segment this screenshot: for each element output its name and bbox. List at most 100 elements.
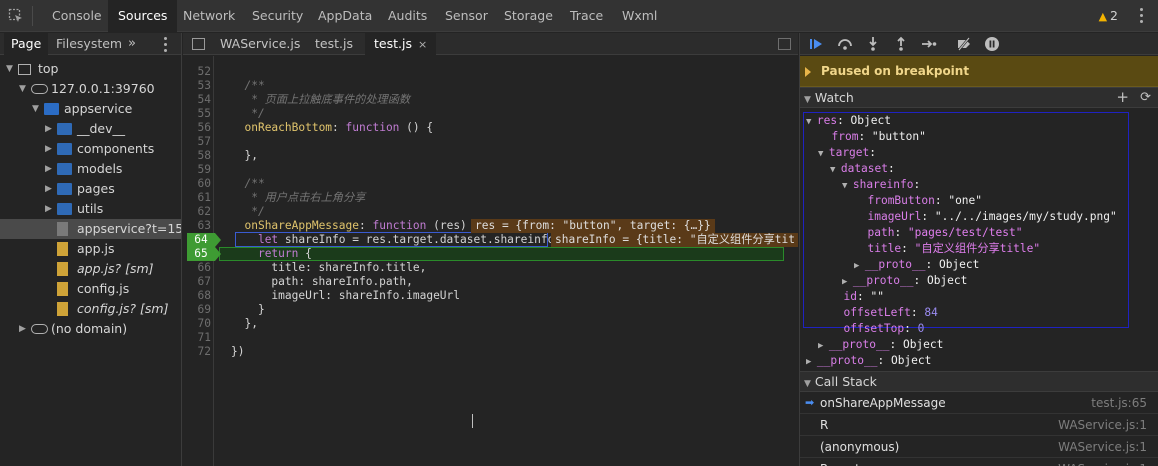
line-number[interactable]: 66 (183, 261, 211, 275)
line-number[interactable]: 69 (183, 303, 211, 317)
tab-security[interactable]: Security (242, 0, 313, 32)
step-into-icon[interactable] (865, 36, 881, 52)
expanded-arrow-icon[interactable]: ▼ (19, 79, 26, 99)
line-number[interactable]: 52 (183, 65, 211, 79)
code-line[interactable]: 66 title: shareInfo.title, (183, 261, 798, 275)
collapsed-arrow-icon[interactable]: ▶ (45, 139, 52, 159)
tab-storage[interactable]: Storage (494, 0, 563, 32)
watch-property[interactable]: offsetLeft: 84 (830, 305, 937, 321)
pause-on-exceptions-icon[interactable] (984, 36, 1000, 52)
code-line[interactable]: 61 * 用户点击右上角分享 (183, 191, 798, 205)
frame-location[interactable]: WAService.js:1 (1058, 436, 1147, 458)
line-number[interactable]: 62 (183, 205, 211, 219)
tree-item[interactable]: ▶ models (0, 159, 181, 179)
watch-property[interactable]: title: "自定义组件分享title" (854, 241, 1040, 257)
expanded-arrow-icon[interactable]: ▼ (806, 117, 817, 127)
watch-property[interactable]: ▼ res: Object (806, 113, 891, 129)
more-options-icon[interactable] (1140, 8, 1144, 24)
expanded-arrow-icon[interactable]: ▼ (818, 149, 829, 159)
line-number[interactable]: 56 (183, 121, 211, 135)
tab-audits[interactable]: Audits (378, 0, 437, 32)
code-line[interactable]: 59 (183, 163, 798, 177)
line-number[interactable]: 60 (183, 177, 211, 191)
code-line[interactable]: 60 /** (183, 177, 798, 191)
code-line[interactable]: 52 (183, 65, 798, 79)
expanded-arrow-icon[interactable]: ▼ (842, 181, 853, 191)
watch-property[interactable]: ▶ __proto__: Object (842, 273, 967, 289)
toggle-debugger-icon[interactable] (778, 38, 791, 50)
navigator-menu-icon[interactable] (164, 37, 167, 55)
add-expression-icon[interactable]: + (1116, 88, 1129, 107)
watch-property[interactable]: ▶ __proto__: Object (818, 337, 943, 353)
watch-property[interactable]: from: "button" (818, 129, 925, 145)
resume-icon[interactable] (808, 36, 824, 52)
collapsed-arrow-icon[interactable]: ▶ (818, 341, 829, 351)
expanded-arrow-icon[interactable]: ▼ (6, 59, 13, 79)
inspect-element-icon[interactable] (8, 8, 24, 24)
code-line[interactable]: 68 imageUrl: shareInfo.imageUrl (183, 289, 798, 303)
tab-page[interactable]: Page (4, 33, 49, 55)
toggle-navigator-icon[interactable] (192, 38, 205, 50)
expanded-arrow-icon[interactable]: ▼ (830, 165, 841, 175)
watch-property[interactable]: ▼ target: (818, 145, 876, 161)
collapsed-arrow-icon[interactable]: ▶ (45, 159, 52, 179)
line-number[interactable]: 67 (183, 275, 211, 289)
code-line[interactable]: 57 (183, 135, 798, 149)
watch-property[interactable]: ▶ __proto__: Object (854, 257, 979, 273)
tree-item[interactable]: appservice?t=15653 (0, 219, 181, 239)
tree-item[interactable]: app.js? [sm] (0, 259, 181, 279)
tab-sensor[interactable]: Sensor (435, 0, 498, 32)
line-number[interactable]: 70 (183, 317, 211, 331)
collapsed-arrow-icon[interactable]: ▶ (842, 277, 853, 287)
tab-wxml[interactable]: Wxml (612, 0, 667, 32)
source-code[interactable]: 52 53 /** 54 * 页面上拉触底事件的处理函数 55 */56 onReac… (183, 56, 798, 466)
frame-location[interactable]: WAService.js:1 (1058, 414, 1147, 436)
line-number[interactable]: 68 (183, 289, 211, 303)
code-line[interactable]: 62 */ (183, 205, 798, 219)
tree-item[interactable]: ▶ (no domain) (0, 319, 181, 339)
step-over-icon[interactable] (837, 36, 853, 52)
watch-property[interactable]: ▼ shareinfo: (842, 177, 920, 193)
line-number[interactable]: 57 (183, 135, 211, 149)
watch-property[interactable]: ▶ __proto__: Object (806, 353, 931, 369)
tree-item[interactable]: ▶ pages (0, 179, 181, 199)
line-number[interactable]: 63 (183, 219, 211, 233)
step-icon[interactable] (921, 36, 937, 52)
line-number[interactable]: 53 (183, 79, 211, 93)
line-number[interactable]: 54 (183, 93, 211, 107)
close-tab-icon[interactable]: × (418, 38, 427, 51)
tree-item[interactable]: ▼ 127.0.0.1:39760 (0, 79, 181, 99)
code-line[interactable]: 58 }, (183, 149, 798, 163)
code-line[interactable]: 69 } (183, 303, 798, 317)
tab-filesystem[interactable]: Filesystem (49, 33, 129, 55)
line-number[interactable]: 59 (183, 163, 211, 177)
code-line[interactable]: 71 (183, 331, 798, 345)
tree-item[interactable]: config.js (0, 279, 181, 299)
line-number[interactable]: 58 (183, 149, 211, 163)
call-frame[interactable]: R WAService.js:1 (800, 414, 1158, 436)
frame-location[interactable]: WAService.js:1 (1058, 458, 1147, 466)
line-number[interactable]: 61 (183, 191, 211, 205)
deactivate-breakpoints-icon[interactable] (956, 36, 972, 52)
code-line[interactable]: 65 return { (183, 247, 798, 261)
tree-item[interactable]: ▶ utils (0, 199, 181, 219)
warnings-badge[interactable]: ▲ 2 (1099, 0, 1118, 32)
collapsed-arrow-icon[interactable]: ▶ (806, 357, 817, 367)
code-line[interactable]: 54 * 页面上拉触底事件的处理函数 (183, 93, 798, 107)
code-line[interactable]: 53 /** (183, 79, 798, 93)
collapsed-arrow-icon[interactable]: ▶ (45, 199, 52, 219)
tab-test-js-active[interactable]: test.js × (365, 33, 437, 55)
breakpoint-marker[interactable]: 65 (187, 247, 221, 261)
refresh-icon[interactable]: ⟳ (1140, 88, 1151, 107)
collapsed-arrow-icon[interactable]: ▶ (19, 319, 26, 339)
breakpoint-marker[interactable]: 64 (187, 233, 221, 247)
tree-item[interactable]: ▶ __dev__ (0, 119, 181, 139)
tab-sources[interactable]: Sources (108, 0, 178, 32)
code-line[interactable]: 72}) (183, 345, 798, 359)
watch-property[interactable]: imageUrl: "../../images/my/study.png" (854, 209, 1116, 225)
watch-header[interactable]: ▼ Watch + ⟳ (800, 87, 1158, 108)
tree-item[interactable]: config.js? [sm] (0, 299, 181, 319)
step-out-icon[interactable] (893, 36, 909, 52)
watch-property[interactable]: id: "" (830, 289, 883, 305)
collapsed-arrow-icon[interactable]: ▶ (854, 261, 865, 271)
